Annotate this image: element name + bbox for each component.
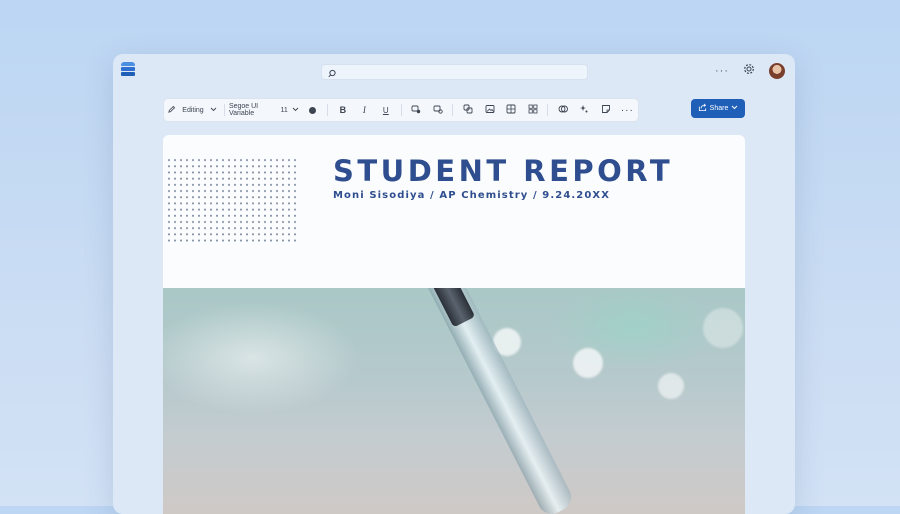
grid-plus-icon [528,104,538,116]
chevron-down-icon [292,107,299,114]
app-window: ··· Editing Segoe UI Variable 11 B I U ·… [113,54,795,514]
comment-button[interactable] [427,99,448,121]
font-name-select[interactable]: Segoe UI Variable [229,99,278,121]
document-subtitle[interactable]: Moni Sisodiya / AP Chemistry / 9.24.20XX [333,190,610,201]
designer-button[interactable] [574,99,595,121]
insert-component-button[interactable] [522,99,543,121]
copilot-icon [558,104,568,116]
copy-icon [463,104,473,116]
comment-icon [433,105,443,116]
font-size-select[interactable]: 11 [277,99,301,121]
formatting-toolbar: Editing Segoe UI Variable 11 B I U ··· [163,98,639,122]
more-options-button[interactable]: ··· [715,64,729,78]
table-icon [506,104,516,116]
italic-button[interactable]: I [354,99,375,121]
document-canvas[interactable]: STUDENT REPORT Moni Sisodiya / AP Chemis… [163,135,745,514]
search-icon [327,66,337,84]
note-icon [601,104,611,116]
avatar[interactable] [769,63,785,79]
lab-pipette-image[interactable] [163,288,745,514]
editing-mode-label: Editing [182,106,204,114]
editing-mode-dropdown[interactable]: Editing [164,99,220,121]
search-input[interactable] [321,64,588,80]
insert-table-button[interactable] [500,99,521,121]
dot-grid-decoration [166,157,300,245]
app-logo-icon[interactable] [121,62,135,78]
pencil-icon [167,105,176,116]
toolbar-more-button[interactable]: ··· [617,99,638,121]
color-dot-icon [308,106,316,114]
gear-icon[interactable] [743,62,755,80]
pipette-shape [423,288,576,514]
image-icon [485,104,495,116]
insert-link-button[interactable] [405,99,426,121]
share-label: Share [709,105,729,112]
bold-button[interactable]: B [332,99,353,121]
chevron-down-icon [210,107,217,114]
link-icon [411,105,421,116]
font-color-button[interactable] [302,99,323,121]
sticky-note-button[interactable] [595,99,616,121]
copy-button[interactable] [457,99,478,121]
insert-image-button[interactable] [479,99,500,121]
document-title[interactable]: STUDENT REPORT [333,154,673,188]
share-icon [698,103,707,114]
chevron-down-icon [731,105,738,112]
share-button[interactable]: Share [691,99,745,118]
sparkle-icon [579,104,589,116]
copilot-button[interactable] [552,99,573,121]
underline-button[interactable]: U [375,99,396,121]
